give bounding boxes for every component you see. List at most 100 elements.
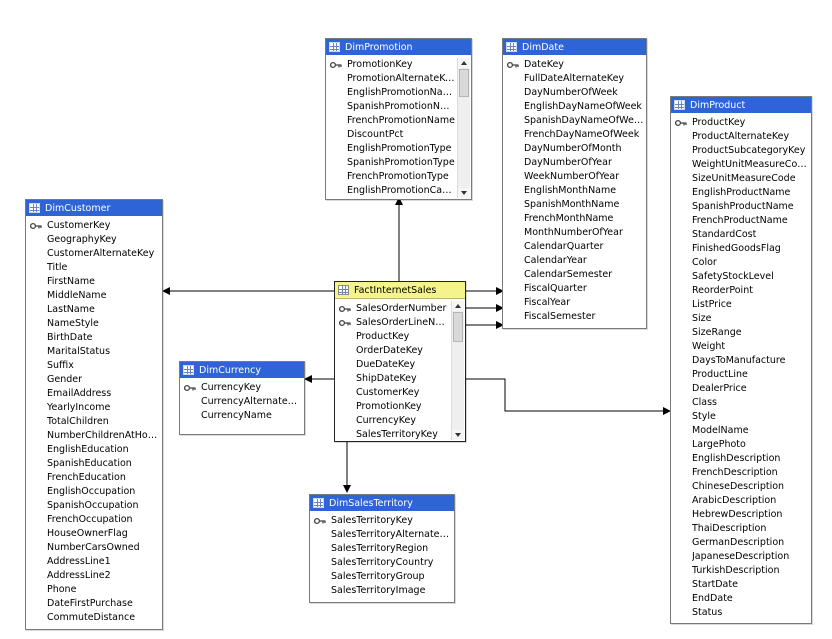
column-row[interactable]: Suffix (26, 359, 162, 373)
column-row[interactable]: EmailAddress (26, 387, 162, 401)
column-row[interactable]: AddressLine1 (26, 555, 162, 569)
column-row[interactable]: SalesTerritoryRegion (310, 542, 454, 556)
column-row[interactable]: SpanishEducation (26, 457, 162, 471)
column-row[interactable]: FirstName (26, 275, 162, 289)
column-row[interactable]: MonthNumberOfYear (503, 226, 646, 240)
column-row[interactable]: DayNumberOfMonth (503, 142, 646, 156)
column-row[interactable]: SalesOrderLineNu… (335, 316, 465, 330)
column-row[interactable]: EnglishDescription (671, 452, 811, 466)
column-row[interactable]: EnglishDayNameOfWeek (503, 100, 646, 114)
column-row[interactable]: CurrencyName (180, 409, 304, 423)
column-row[interactable]: Color (671, 256, 811, 270)
column-row[interactable]: DayNumberOfYear (503, 156, 646, 170)
vertical-scrollbar[interactable] (457, 58, 470, 198)
column-row[interactable]: PromotionKey (326, 58, 471, 72)
column-row[interactable]: FrenchPromotionType (326, 170, 471, 184)
column-row[interactable]: MiddleName (26, 289, 162, 303)
column-row[interactable]: LastName (26, 303, 162, 317)
column-row[interactable]: NumberCarsOwned (26, 541, 162, 555)
table-dimcurrency[interactable]: DimCurrency CurrencyKey CurrencyAlternate… (179, 361, 305, 435)
column-row[interactable]: StandardCost (671, 228, 811, 242)
column-row[interactable]: SalesTerritoryCountry (310, 556, 454, 570)
column-row[interactable]: PromotionAlternateKey (326, 72, 471, 86)
column-row[interactable]: CurrencyKey (335, 414, 465, 428)
column-row[interactable]: SalesTerritoryAlternateKey (310, 528, 454, 542)
column-row[interactable]: PromotionKey (335, 400, 465, 414)
column-row[interactable]: FrenchProductName (671, 214, 811, 228)
column-row[interactable]: CustomerAlternateKey (26, 247, 162, 261)
column-row[interactable]: CurrencyAlternateKey (180, 395, 304, 409)
column-row[interactable]: NumberChildrenAtHome (26, 429, 162, 443)
column-row[interactable]: EnglishOccupation (26, 485, 162, 499)
table-header[interactable]: DimCurrency (180, 362, 304, 378)
column-row[interactable]: SpanishProductName (671, 200, 811, 214)
column-row[interactable]: NameStyle (26, 317, 162, 331)
column-row[interactable]: ListPrice (671, 298, 811, 312)
table-header[interactable]: FactInternetSales (335, 282, 465, 299)
column-row[interactable]: ProductKey (335, 330, 465, 344)
column-row[interactable]: ReorderPoint (671, 284, 811, 298)
column-row[interactable]: EnglishPromotionCate… (326, 184, 471, 198)
table-dimpromotion[interactable]: DimPromotion PromotionKey PromotionAltern… (325, 38, 472, 200)
column-row[interactable]: DiscountPct (326, 128, 471, 142)
column-row[interactable]: SafetyStockLevel (671, 270, 811, 284)
column-row[interactable]: FullDateAlternateKey (503, 72, 646, 86)
column-row[interactable]: SpanishPromotionName (326, 100, 471, 114)
column-row[interactable]: ChineseDescription (671, 480, 811, 494)
column-row[interactable]: JapaneseDescription (671, 550, 811, 564)
column-row[interactable]: SalesTerritoryImage (310, 584, 454, 598)
vertical-scrollbar[interactable] (451, 301, 464, 440)
column-row[interactable]: EnglishProductName (671, 186, 811, 200)
table-header[interactable]: DimPromotion (326, 39, 471, 55)
column-row[interactable]: ProductSubcategoryKey (671, 144, 811, 158)
table-factinternetsales[interactable]: FactInternetSales SalesOrderNumber SalesO… (334, 281, 466, 442)
column-row[interactable]: LargePhoto (671, 438, 811, 452)
column-row[interactable]: HouseOwnerFlag (26, 527, 162, 541)
column-row[interactable]: FrenchDayNameOfWeek (503, 128, 646, 142)
column-row[interactable]: FiscalYear (503, 296, 646, 310)
column-row[interactable]: TotalChildren (26, 415, 162, 429)
column-row[interactable]: FrenchDescription (671, 466, 811, 480)
column-row[interactable]: EnglishPromotionType (326, 142, 471, 156)
column-row[interactable]: YearlyIncome (26, 401, 162, 415)
column-row[interactable]: DateKey (503, 58, 646, 72)
column-row[interactable]: DealerPrice (671, 382, 811, 396)
column-row[interactable]: Phone (26, 583, 162, 597)
table-header[interactable]: DimDate (503, 39, 646, 55)
table-dimdate[interactable]: DimDate DateKey FullDateAlternateKey DayNu… (502, 38, 647, 329)
column-row[interactable]: EnglishPromotionName (326, 86, 471, 100)
column-row[interactable]: EnglishMonthName (503, 184, 646, 198)
column-row[interactable]: Title (26, 261, 162, 275)
scroll-up-arrow-icon[interactable] (452, 301, 464, 311)
table-header[interactable]: DimProduct (671, 97, 811, 113)
column-row[interactable]: FrenchEducation (26, 471, 162, 485)
column-row[interactable]: EndDate (671, 592, 811, 606)
scroll-down-arrow-icon[interactable] (452, 430, 464, 440)
column-row[interactable]: ArabicDescription (671, 494, 811, 508)
column-row[interactable]: WeekNumberOfYear (503, 170, 646, 184)
column-row[interactable]: SalesTerritoryGroup (310, 570, 454, 584)
column-row[interactable]: CalendarYear (503, 254, 646, 268)
column-row[interactable]: HebrewDescription (671, 508, 811, 522)
column-row[interactable]: WeightUnitMeasureCode (671, 158, 811, 172)
column-row[interactable]: FiscalSemester (503, 310, 646, 324)
column-row[interactable]: ThaiDescription (671, 522, 811, 536)
column-row[interactable]: TurkishDescription (671, 564, 811, 578)
column-row[interactable]: SalesTerritoryKey (335, 428, 465, 441)
table-header[interactable]: DimCustomer (26, 200, 162, 216)
column-row[interactable]: ProductKey (671, 116, 811, 130)
column-row[interactable]: CommuteDistance (26, 611, 162, 625)
column-row[interactable]: SpanishOccupation (26, 499, 162, 513)
column-row[interactable]: BirthDate (26, 331, 162, 345)
column-row[interactable]: Style (671, 410, 811, 424)
column-row[interactable]: Size (671, 312, 811, 326)
column-row[interactable]: Status (671, 606, 811, 620)
column-row[interactable]: Gender (26, 373, 162, 387)
column-row[interactable]: SpanishDayNameOfWeek (503, 114, 646, 128)
table-dimcustomer[interactable]: DimCustomer CustomerKey GeographyKey Custo… (25, 199, 163, 630)
column-row[interactable]: CalendarQuarter (503, 240, 646, 254)
column-row[interactable]: StartDate (671, 578, 811, 592)
column-row[interactable]: GermanDescription (671, 536, 811, 550)
column-row[interactable]: CalendarSemester (503, 268, 646, 282)
column-row[interactable]: DaysToManufacture (671, 354, 811, 368)
